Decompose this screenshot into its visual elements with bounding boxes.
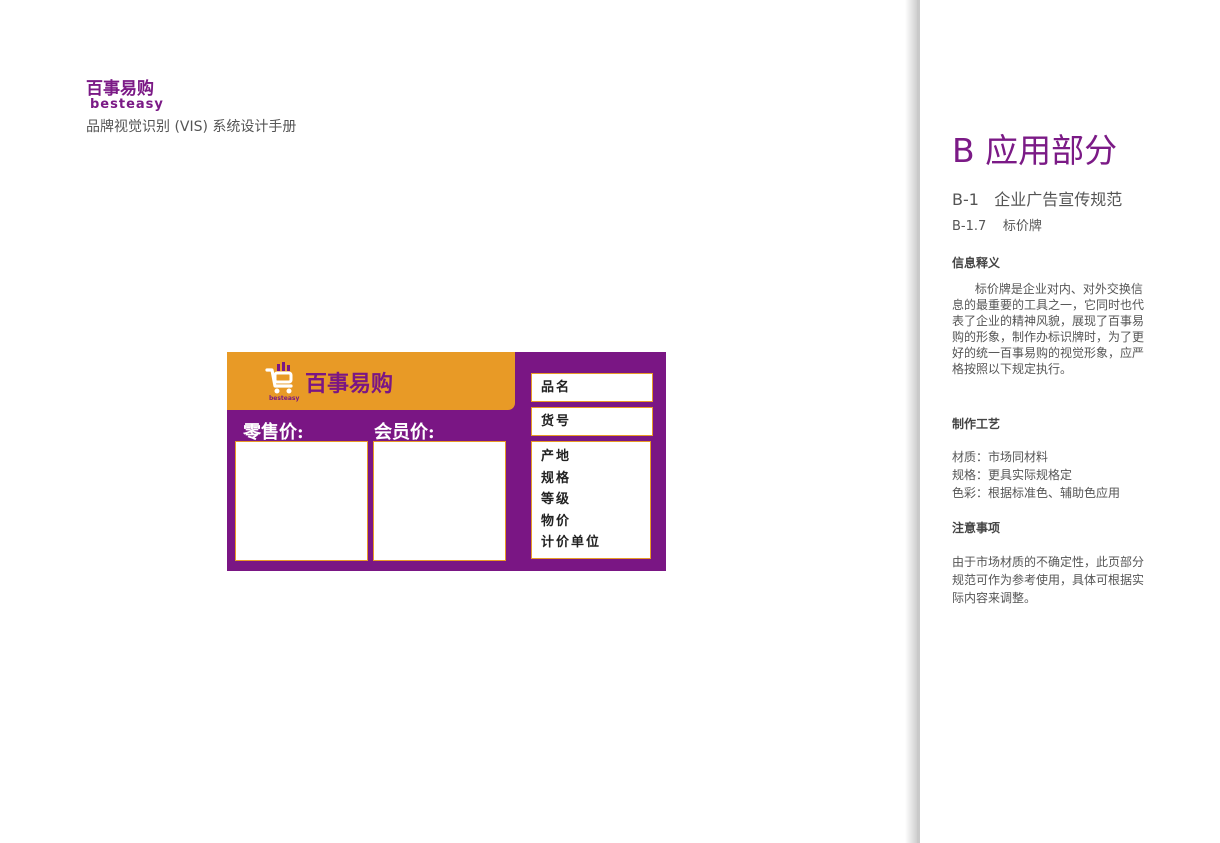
notice-text: 由于市场材质的不确定性，此页部分 规范可作为参考使用，具体可根据实 际内容来调整… [952,553,1174,607]
panel-title: B 应用部分 [952,131,1118,170]
spec-label: 规格 [541,470,572,486]
product-name-field: 品名 [531,373,653,402]
item-number-field: 货号 [531,407,653,436]
definition-text: 标价牌是企业对内、对外交换信 息的最重要的工具之一，它同时也代 表了企业的精神风… [952,281,1174,377]
material-line: 材质：市场同材料 [952,450,1049,464]
panel-edge [917,0,920,843]
brand-logo: 百事易购 besteasy [86,80,164,111]
price-tag: 百事易购 besteasy 零售价: 会员价: 品名 货号 产地 规格 等级 物… [227,352,666,571]
color-line: 色彩：根据标准色、辅助色应用 [952,486,1121,500]
item-number-label: 货号 [541,414,572,429]
shopping-cart-icon [265,362,293,394]
craft-heading: 制作工艺 [952,417,1001,431]
definition-line: 格按照以下规定执行。 [952,362,1073,376]
definition-line: 标价牌是企业对内、对外交换信 [952,282,1143,296]
definition-heading: 信息释义 [952,256,1001,270]
banner-brand-name: 百事易购 [305,372,394,397]
section-heading: B-1 企业广告宣传规范 [952,190,1123,209]
price-checker-label: 物价 [541,513,572,529]
brand-name-en: besteasy [90,97,164,112]
unit-label: 计价单位 [541,535,602,551]
grade-label: 等级 [541,492,572,508]
craft-text: 材质：市场同材料 规格：更具实际规格定 色彩：根据标准色、辅助色应用 [952,448,1174,502]
definition-line: 息的最重要的工具之一，它同时也代 [952,298,1145,312]
member-price-box [373,441,506,561]
price-tag-banner: 百事易购 besteasy [227,352,515,410]
subsection-heading: B-1.7 标价牌 [952,219,1042,234]
retail-price-box [235,441,368,561]
spec-line: 规格：更具实际规格定 [952,468,1073,482]
notice-heading: 注意事项 [952,521,1001,535]
definition-line: 表了企业的精神风貌，展现了百事易 [952,314,1145,328]
manual-subtitle: 品牌视觉识别 (VIS) 系统设计手册 [86,119,297,135]
notice-line: 规范可作为参考使用，具体可根据实 [952,573,1145,587]
details-field: 产地 规格 等级 物价 计价单位 [531,441,651,559]
product-name-label: 品名 [541,380,572,395]
origin-label: 产地 [541,449,572,464]
notice-line: 由于市场材质的不确定性，此页部分 [952,555,1145,569]
definition-line: 好的统一百事易购的视觉形象，应严 [952,346,1145,360]
definition-line: 购的形象，制作办标识牌时，为了更 [952,330,1145,344]
notice-line: 际内容来调整。 [952,591,1037,605]
brand-name-cn: 百事易购 [86,79,154,99]
banner-brand-en: besteasy [269,395,300,402]
